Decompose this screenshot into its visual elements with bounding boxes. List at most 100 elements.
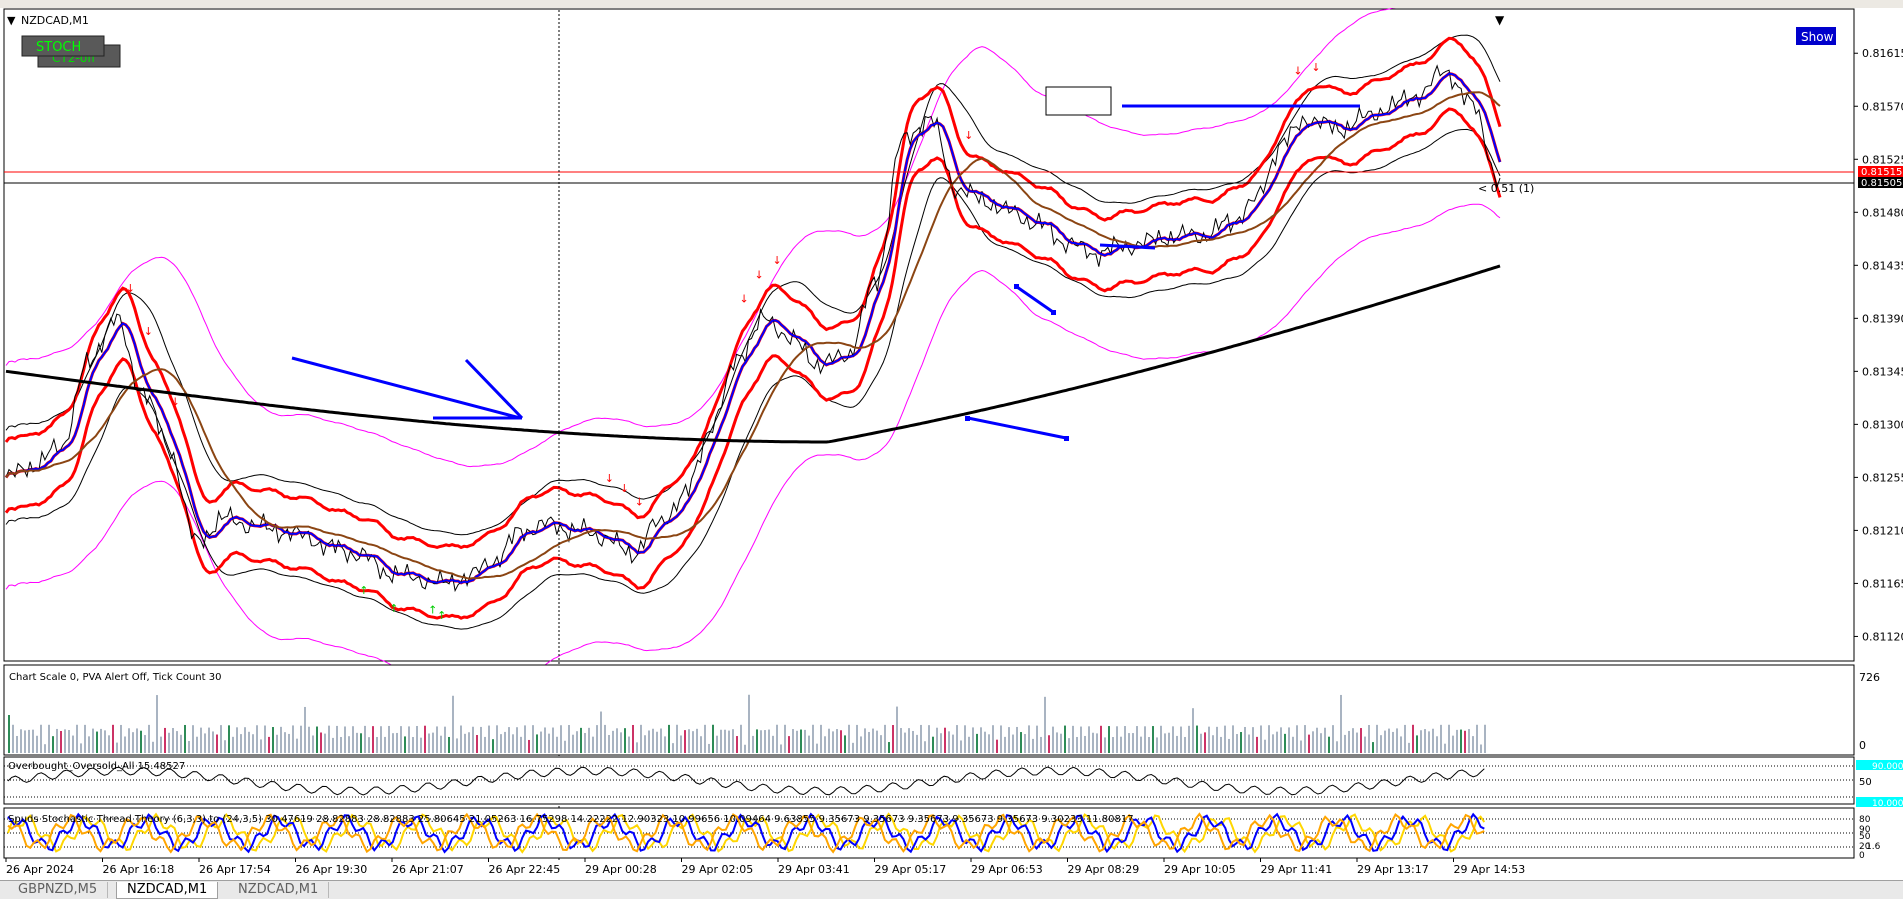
time-tick-label: 29 Apr 13:17 — [1357, 863, 1429, 876]
time-tick-label: 26 Apr 19:30 — [296, 863, 368, 876]
volume-bar — [252, 734, 254, 753]
volume-bar — [656, 731, 658, 753]
volume-bar — [1276, 731, 1278, 753]
volume-bar — [204, 733, 206, 753]
volume-bar — [1468, 729, 1470, 753]
volume-bar — [1240, 732, 1242, 753]
volume-bar — [584, 732, 586, 753]
volume-bar — [1324, 727, 1326, 753]
volume-bar — [784, 724, 786, 753]
volume-bar — [752, 735, 754, 753]
volume-bar — [176, 731, 178, 753]
volume-bar — [96, 731, 98, 753]
volume-bar — [1476, 724, 1478, 753]
volume-bar — [132, 732, 134, 753]
volume-bar — [516, 727, 518, 753]
volume-bar — [1088, 726, 1090, 753]
volume-bar — [40, 724, 42, 753]
overbought-panel-label: Overbought_Oversold_All 15.48527 — [8, 761, 185, 772]
volume-bar — [1316, 727, 1318, 753]
volume-bar — [1312, 731, 1314, 753]
volume-bar — [1480, 744, 1482, 753]
volume-bar — [768, 729, 770, 753]
volume-bar — [1004, 736, 1006, 753]
volume-bar — [1220, 736, 1222, 753]
time-tick-label: 29 Apr 03:41 — [778, 863, 850, 876]
volume-bar — [244, 727, 246, 753]
volume-bar — [272, 727, 274, 753]
price-tick-label: 0.81300 — [1862, 418, 1903, 431]
time-tick-label: 29 Apr 06:53 — [971, 863, 1043, 876]
time-tick-label: 26 Apr 2024 — [6, 863, 74, 876]
volume-bar — [492, 739, 494, 753]
volume-bar — [952, 734, 954, 753]
volume-bar — [248, 731, 250, 753]
volume-bar — [8, 715, 10, 753]
volume-bar — [1188, 725, 1190, 753]
price-tick-label: 0.81390 — [1862, 312, 1903, 325]
volume-bar — [1032, 738, 1034, 753]
chart-window[interactable]: ↓ ↓ ↓ ↓ ↓ ↓ ↓ ↓ ↓ ↓ ↓ ↓ ↑ ↑ ↑ ↑ 0.81615 0.81570 0.81525 0.… — [0, 0, 1903, 880]
volume-bar — [1184, 736, 1186, 753]
volume-bar — [636, 742, 638, 753]
chart-tab-gbpnzd-m5[interactable]: GBPNZD,M5 — [8, 882, 109, 898]
volume-bar — [1392, 731, 1394, 753]
volume-bar — [1272, 734, 1274, 753]
volume-bar — [640, 724, 642, 753]
handle[interactable] — [1051, 310, 1056, 315]
volume-bar — [1212, 735, 1214, 753]
volume-bar — [896, 706, 898, 753]
volume-bar — [1344, 734, 1346, 753]
volume-bar — [504, 731, 506, 753]
volume-bar — [56, 728, 58, 753]
volume-bar — [1420, 730, 1422, 753]
volume-bar — [1428, 731, 1430, 753]
sell-arrow-icon: ↓ — [754, 268, 763, 281]
volume-bar — [416, 725, 418, 753]
volume-bar — [304, 706, 306, 753]
volume-bar — [824, 736, 826, 753]
volume-bar — [1332, 725, 1334, 753]
text-box[interactable] — [1045, 86, 1112, 116]
volume-bar — [48, 724, 50, 753]
volume-bar — [1380, 735, 1382, 753]
handle[interactable] — [1064, 436, 1069, 441]
volume-bar — [972, 727, 974, 753]
chart-canvas[interactable]: ↓↓↓↓↓↓↓↓↓↓↓ ↓↑↑ ↑ ↑ 0.816150.815700.815250.… — [0, 0, 1903, 880]
handle[interactable] — [965, 416, 970, 421]
volume-bar — [1308, 734, 1310, 753]
volume-bar — [92, 728, 94, 753]
volume-bar — [1484, 724, 1486, 753]
volume-bar — [312, 735, 314, 753]
symbol-title-arrow[interactable]: ▼ — [7, 14, 16, 27]
volume-bar — [684, 730, 686, 753]
volume-bar — [1280, 727, 1282, 753]
volume-bar — [1464, 730, 1466, 753]
volume-bar — [648, 730, 650, 753]
volume-bar — [788, 736, 790, 753]
volume-bar — [932, 736, 934, 753]
volume-bar — [884, 724, 886, 753]
volume-bar — [944, 727, 946, 753]
price-tick-label: 0.81480 — [1862, 206, 1903, 219]
volume-bar — [760, 730, 762, 753]
buy-arrow-icon: ↑ — [389, 602, 398, 615]
volume-bar — [1008, 727, 1010, 753]
volume-bar — [1064, 725, 1066, 753]
volume-bar — [168, 732, 170, 753]
volume-bar — [1408, 742, 1410, 753]
volume-bar — [1136, 726, 1138, 753]
time-tick-label: 29 Apr 00:28 — [585, 863, 657, 876]
volume-bar — [156, 695, 158, 753]
chart-tab-nzdcad-m1[interactable]: NZDCAD,M1 — [228, 882, 330, 898]
handle[interactable] — [1014, 284, 1019, 289]
volume-bar — [668, 724, 670, 753]
volume-bar — [676, 724, 678, 753]
shift-marker-icon[interactable]: ▼ — [1495, 13, 1505, 27]
volume-bar — [1292, 736, 1294, 753]
volume-bar — [268, 736, 270, 753]
volume-bar — [20, 729, 22, 753]
chart-tab-nzdcad-m1-active[interactable]: NZDCAD,M1 — [116, 882, 219, 899]
volume-bar — [880, 735, 882, 753]
volume-bar — [208, 727, 210, 753]
